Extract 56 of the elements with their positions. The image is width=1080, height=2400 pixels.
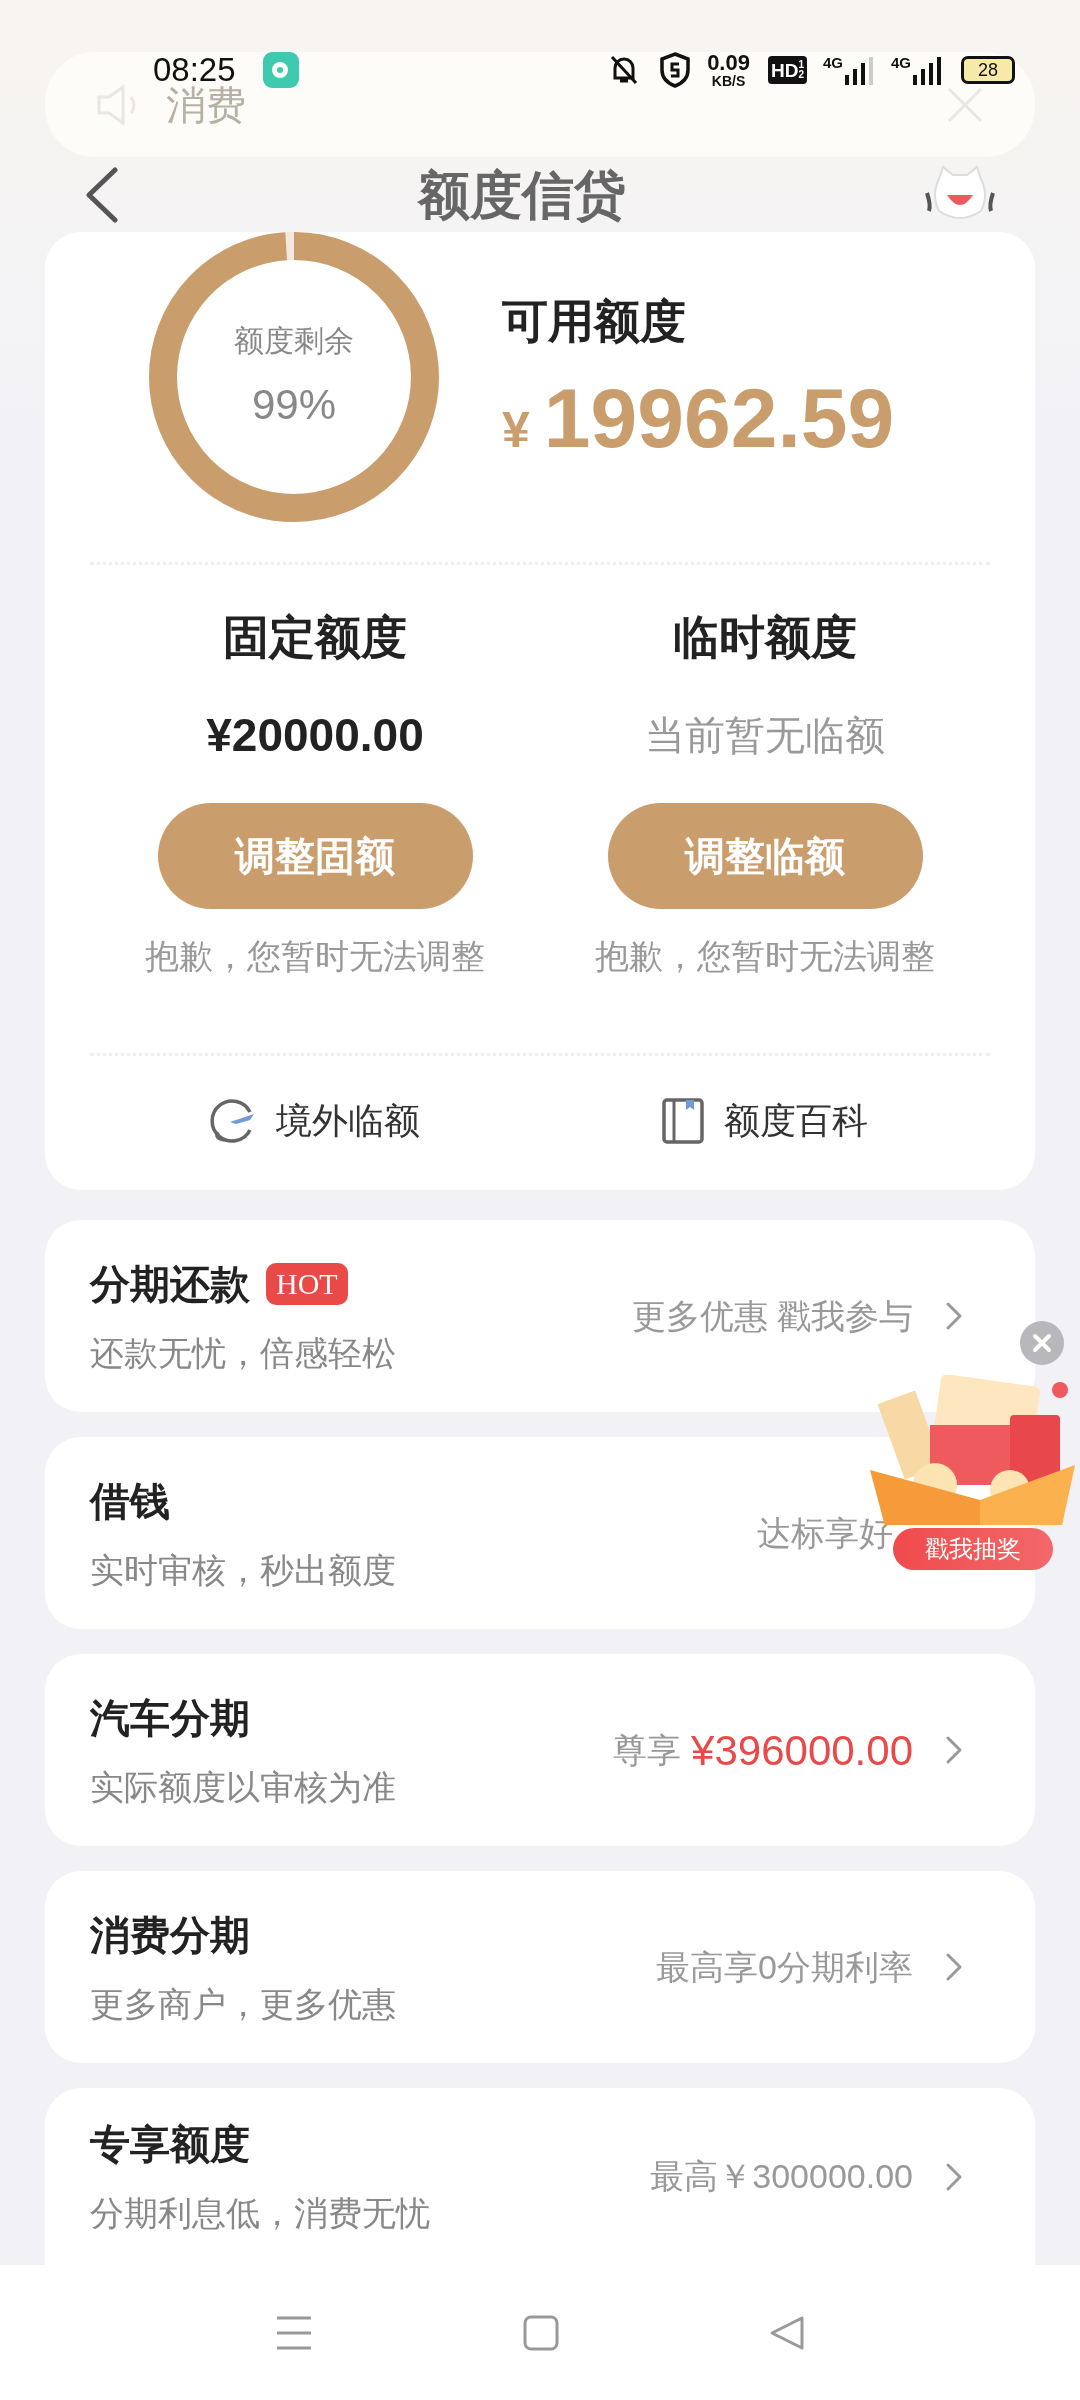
service-subtitle: 还款无忧，倍感轻松 [90, 1332, 397, 1374]
close-icon [1032, 1333, 1052, 1353]
service-subtitle: 实际额度以审核为准 [90, 1766, 397, 1808]
speed-unit: KB/S [711, 74, 746, 88]
credit-type-title: 临时额度 [673, 610, 857, 665]
shield-icon [659, 52, 692, 88]
home-icon[interactable] [523, 2314, 559, 2351]
credit-type-value: ¥20000.00 [206, 708, 424, 763]
quick-link[interactable]: 额度百科 [540, 1094, 990, 1148]
menu-icon[interactable] [275, 2314, 313, 2351]
service-prefix: 尊享 [613, 1729, 682, 1771]
credit-type-title: 固定额度 [223, 610, 407, 665]
service-subtitle: 更多商户，更多优惠 [90, 1983, 397, 2025]
battery-indicator: 28 [961, 56, 1015, 84]
service-title: 消费分期 [90, 1911, 250, 1959]
close-button[interactable] [1020, 1321, 1064, 1365]
currency-symbol: ¥ [502, 400, 530, 460]
network-speed: 0.09 [707, 52, 750, 74]
service-title: 汽车分期 [90, 1694, 250, 1742]
service-subtitle: 分期利息低，消费无忧 [90, 2193, 431, 2234]
book-icon [662, 1098, 704, 1144]
service-offer: 更多优惠 戳我参与 [631, 1295, 913, 1337]
adjust-note: 抱歉，您暂时无法调整 [145, 936, 485, 977]
service-title: 专享额度 [90, 2121, 250, 2168]
toast-text: 消费 [166, 81, 246, 129]
page-title: 额度信贷 [418, 165, 626, 226]
network-type: 4G [891, 55, 911, 70]
signal-icon [913, 55, 943, 85]
service-offer: 最高￥300000.00 [650, 2156, 913, 2197]
hot-badge: HOT [266, 1262, 348, 1305]
globe-plane-icon [210, 1098, 256, 1144]
service-amount: ¥396000.00 [691, 1725, 913, 1776]
adjust-note: 抱歉，您暂时无法调整 [595, 936, 935, 977]
ring-label: 额度剩余 [234, 323, 354, 359]
available-label: 可用额度 [502, 293, 687, 349]
service-card[interactable]: 汽车分期 实际额度以审核为准 尊享 ¥396000.00 [45, 1654, 1035, 1846]
back-icon[interactable] [85, 167, 119, 223]
service-offer: 最高享0分期利率 [656, 1946, 913, 1988]
chevron-icon [945, 1735, 963, 1765]
quick-link[interactable]: 境外临额 [90, 1094, 540, 1148]
back-icon[interactable] [769, 2314, 805, 2351]
service-card[interactable]: 分期还款 HOT 还款无忧，倍感轻松 更多优惠 戳我参与 [45, 1220, 1035, 1412]
service-card[interactable]: 专享额度 分期利息低，消费无忧 最高￥300000.00 [45, 2088, 1035, 2265]
mute-bell-icon [609, 54, 640, 86]
available-amount: 19962.59 [543, 375, 895, 460]
chevron-icon [945, 2161, 963, 2192]
service-title: 分期还款 [90, 1260, 250, 1308]
signal-icon [845, 55, 875, 85]
service-card[interactable]: 消费分期 更多商户，更多优惠 最高享0分期利率 [45, 1871, 1035, 2063]
service-title: 借钱 [90, 1477, 170, 1525]
ring-percent: 99% [251, 380, 337, 430]
chevron-icon [945, 1301, 963, 1331]
chevron-icon [945, 1952, 963, 1982]
service-subtitle: 实时审核，秒出额度 [90, 1549, 397, 1591]
network-type: 4G [822, 55, 843, 70]
credit-type-value: 当前暂无临额 [645, 712, 885, 759]
